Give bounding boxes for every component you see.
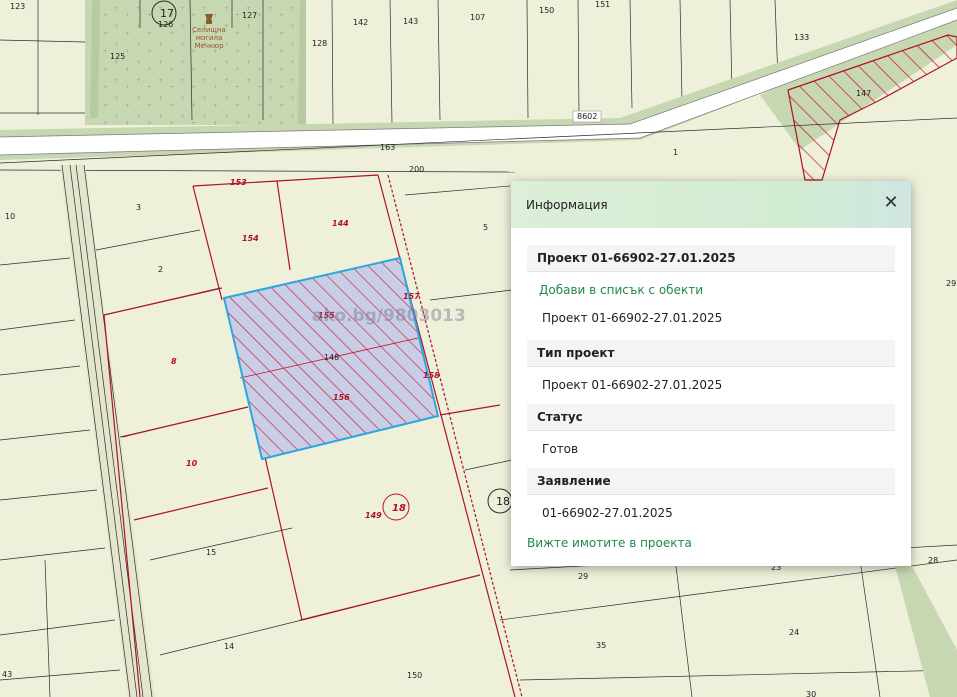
parcel-number-label: 150 xyxy=(407,671,422,680)
parcel-number-label: 156 xyxy=(333,393,350,402)
application-header: Заявление xyxy=(527,468,895,495)
close-icon[interactable]: ✕ xyxy=(881,193,901,213)
parcel-number-label: 107 xyxy=(470,13,485,22)
parcel-number-label: 8602 xyxy=(577,112,597,121)
parcel-number-label: 15 xyxy=(206,548,216,557)
parcel-number-label: 142 xyxy=(353,18,368,27)
project-type-header: Тип проект xyxy=(527,340,895,367)
parcel-number-label: 1 xyxy=(673,148,678,157)
popup-title: Информация xyxy=(526,197,608,212)
view-properties-link[interactable]: Вижте имотите в проекта xyxy=(527,532,895,550)
popup-header: Информация ✕ xyxy=(511,181,911,228)
parcel-number-label: 126 xyxy=(158,20,173,29)
parcel-number-label: 8 xyxy=(171,357,177,366)
parcel-number-label: 18 xyxy=(392,503,406,514)
project-header: Проект 01-66902-27.01.2025 xyxy=(527,245,895,272)
parcel-number-label: 200 xyxy=(409,165,424,174)
parcel-number-label: 17 xyxy=(160,7,174,20)
parcel-number-label: 29 xyxy=(578,572,588,581)
map-watermark: ako.bg/9803013 xyxy=(312,306,466,326)
parcel-number-label: 2 xyxy=(158,265,163,274)
parcel-number-label: 147 xyxy=(856,89,871,98)
parcel-number-label: 28 xyxy=(928,556,938,565)
project-type-value: Проект 01-66902-27.01.2025 xyxy=(542,378,723,392)
parcel-number-label: 5 xyxy=(483,223,488,232)
parcel-number-label: 148 xyxy=(324,353,339,362)
status-header: Статус xyxy=(527,404,895,431)
parcel-number-label: 127 xyxy=(242,11,257,20)
parcel-number-label: 125 xyxy=(110,52,125,61)
parcel-number-label: 143 xyxy=(403,17,418,26)
info-popup: Информация ✕ Проект 01-66902-27.01.2025 … xyxy=(511,181,911,566)
monument-label: Селищна могила Мечкюр xyxy=(192,26,226,50)
popup-body: Проект 01-66902-27.01.2025 Добави в спис… xyxy=(511,228,911,550)
parcel-number-label: 43 xyxy=(2,670,12,679)
green-zone-top xyxy=(85,0,306,125)
parcel-number-label: 24 xyxy=(789,628,799,637)
parcel-number-label: 149 xyxy=(365,511,382,520)
parcel-number-label: 3 xyxy=(136,203,141,212)
parcel-number-label: 150 xyxy=(539,6,554,15)
application-value: 01-66902-27.01.2025 xyxy=(542,506,673,520)
parcel-number-label: 144 xyxy=(332,219,349,228)
parcel-number-label: 18 xyxy=(496,495,510,508)
parcel-number-label: 29 xyxy=(946,279,956,288)
parcel-number-label: 163 xyxy=(380,143,395,152)
parcel-number-label: 158 xyxy=(423,371,440,380)
parcel-number-label: 123 xyxy=(10,2,25,11)
parcel-number-label: 157 xyxy=(403,292,420,301)
parcel-number-label: 151 xyxy=(595,0,610,9)
parcel-number-label: 30 xyxy=(806,690,816,697)
parcel-number-label: 133 xyxy=(794,33,809,42)
parcel-number-label: 14 xyxy=(224,642,234,651)
parcel-number-label: 128 xyxy=(312,39,327,48)
parcel-number-label: 154 xyxy=(242,234,259,243)
parcel-number-label: 153 xyxy=(230,178,247,187)
parcel-number-label: 10 xyxy=(186,459,198,468)
project-value: Проект 01-66902-27.01.2025 xyxy=(542,311,723,325)
status-value: Готов xyxy=(542,442,579,456)
add-to-list-link[interactable]: Добави в списък с обекти xyxy=(527,272,895,296)
parcel-number-label: 35 xyxy=(596,641,606,650)
parcel-number-label: 10 xyxy=(5,212,15,221)
